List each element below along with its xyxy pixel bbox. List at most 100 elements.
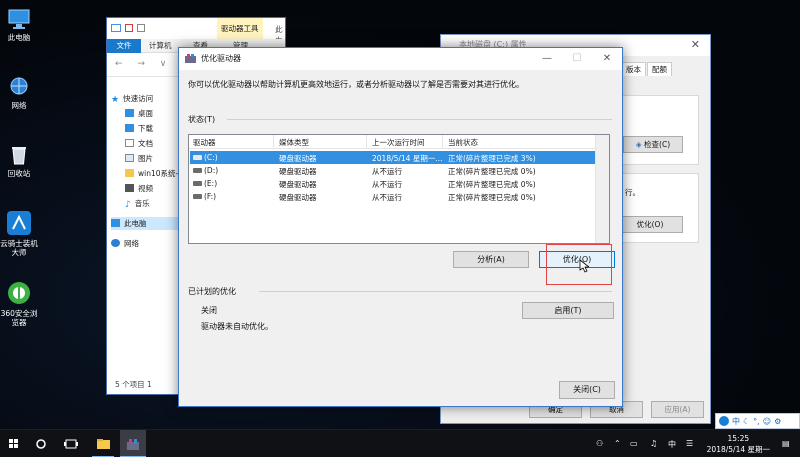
desktop-icon-label: 此电脑: [7, 33, 31, 42]
minimize-icon[interactable]: —: [532, 48, 562, 70]
column-media-type[interactable]: 媒体类型: [279, 137, 309, 148]
media-cell: 硬盘驱动器: [279, 167, 317, 176]
desktop-icon-network[interactable]: 网络: [0, 76, 38, 110]
system-clock[interactable]: 15:25 2018/5/14 星期一: [707, 433, 770, 455]
desktop-icon-label: 网络: [11, 101, 27, 110]
clock-date: 2018/5/14 星期一: [706, 445, 770, 454]
analyze-button[interactable]: 分析(A): [453, 251, 529, 268]
apply-button[interactable]: 应用(A): [651, 401, 704, 418]
optimize-drives-dialog[interactable]: 优化驱动器 — ☐ ✕ 你可以优化驱动器以帮助计算机更高效地运行，或者分析驱动器…: [178, 47, 623, 407]
ime-toolbar[interactable]: 中 ☾ °, ☺ ⚙: [715, 413, 800, 429]
input-mode-icon[interactable]: ☰: [686, 439, 693, 448]
dialog-title: 优化驱动器: [201, 54, 241, 63]
cortana-icon: [36, 439, 46, 449]
picture-icon: [125, 154, 134, 162]
nav-win10-folder[interactable]: win10系统-(: [125, 167, 181, 180]
start-button[interactable]: [0, 430, 28, 457]
volume-icon[interactable]: ♫: [650, 439, 657, 448]
tab-computer[interactable]: 计算机: [149, 39, 172, 53]
nav-this-pc[interactable]: 此电脑: [111, 217, 181, 230]
network-icon: [7, 76, 31, 98]
close-button[interactable]: 关闭(C): [559, 381, 615, 399]
explorer-titlebar[interactable]: 驱动器工具 此电脑: [107, 18, 285, 56]
drive-cell: (F:): [193, 192, 216, 201]
task-view-icon: [64, 439, 78, 449]
column-separator: [442, 135, 443, 149]
desktop-icon-label: 回收站: [7, 169, 31, 178]
tab-file[interactable]: 文件: [107, 39, 141, 53]
desktop-icon-recycle-bin[interactable]: 回收站: [0, 144, 38, 178]
show-hidden-icons-icon[interactable]: ⌃: [614, 439, 621, 448]
smile-icon[interactable]: ☺: [763, 417, 771, 426]
nav-label: 文档: [138, 139, 153, 148]
drive-row-c[interactable]: (C:) 硬盘驱动器 2018/5/14 星期一... 正常(碎片整理已完成 3…: [190, 151, 596, 164]
desktop-icon-yunqishi[interactable]: 云骑士装机大师: [0, 210, 38, 257]
task-view-button[interactable]: [60, 430, 82, 457]
drive-row-f[interactable]: (F:) 硬盘驱动器 从不运行 正常(碎片整理已完成 0%): [190, 190, 596, 203]
mouse-cursor-icon: [579, 259, 591, 273]
column-current-status[interactable]: 当前状态: [448, 137, 478, 148]
column-drive[interactable]: 驱动器: [193, 137, 216, 148]
enable-button[interactable]: 启用(T): [522, 302, 614, 319]
properties-optimize-button[interactable]: 优化(O): [617, 216, 683, 233]
drive-list[interactable]: 驱动器 媒体类型 上一次运行时间 当前状态 (C:) 硬盘驱动器 2018/5/…: [188, 134, 610, 244]
people-icon[interactable]: ⚇: [596, 439, 603, 448]
hard-drive-icon: [193, 181, 202, 186]
search-button[interactable]: [30, 430, 52, 457]
nav-music[interactable]: ♪ 音乐: [125, 197, 150, 210]
desktop-icon-360-browser[interactable]: 360安全浏览器: [0, 280, 38, 327]
close-icon[interactable]: ✕: [691, 38, 700, 51]
explorer-window-icon: [111, 24, 121, 32]
last-run-cell: 2018/5/14 星期一...: [372, 154, 443, 163]
moon-icon[interactable]: ☾: [743, 417, 750, 426]
music-icon: ♪: [125, 200, 131, 210]
scheduled-divider: [259, 291, 612, 292]
drive-cell: (E:): [193, 179, 217, 188]
nav-videos[interactable]: 视频: [125, 182, 153, 195]
scheduled-optimization-label: 已计划的优化: [188, 287, 236, 296]
nav-quick-access[interactable]: ★ 快速访问: [111, 92, 153, 105]
tab-version[interactable]: 版本: [621, 62, 646, 76]
taskbar-optimize-drives[interactable]: [120, 430, 146, 457]
star-icon: ★: [111, 95, 120, 105]
punctuation-icon[interactable]: °,: [753, 417, 760, 426]
nav-documents[interactable]: 文档: [125, 137, 153, 150]
check-button[interactable]: ◈ 检查(C): [623, 136, 683, 153]
nav-network[interactable]: 网络: [111, 237, 139, 250]
close-icon[interactable]: ✕: [592, 48, 622, 70]
drive-row-d[interactable]: (D:) 硬盘驱动器 从不运行 正常(碎片整理已完成 0%): [190, 164, 596, 177]
maximize-icon[interactable]: ☐: [562, 48, 592, 70]
column-separator: [366, 135, 367, 149]
network-icon[interactable]: ▭: [630, 439, 638, 448]
nav-label: 桌面: [138, 109, 153, 118]
drive-name: (F:): [204, 192, 217, 201]
defrag-app-icon: [185, 54, 196, 64]
hard-drive-icon: [193, 194, 202, 199]
status-divider: [227, 119, 612, 120]
yunqishi-icon: [6, 210, 32, 236]
computer-icon: [111, 219, 120, 227]
nav-downloads[interactable]: 下载: [125, 122, 153, 135]
drive-list-scrollbar[interactable]: [595, 135, 609, 243]
gear-icon[interactable]: ⚙: [774, 417, 781, 426]
column-last-run[interactable]: 上一次运行时间: [372, 137, 425, 148]
nav-pictures[interactable]: 图片: [125, 152, 153, 165]
action-center-icon[interactable]: ▤: [782, 439, 790, 448]
drive-cell: (C:): [193, 153, 218, 162]
taskbar: ⚇ ⌃ ▭ ♫ 中 ☰ 15:25 2018/5/14 星期一 ▤: [0, 429, 800, 457]
new-folder-quick-icon[interactable]: [137, 24, 145, 32]
ime-mode[interactable]: 中: [732, 416, 740, 427]
schedule-state: 关闭: [201, 306, 217, 315]
nav-desktop[interactable]: 桌面: [125, 107, 153, 120]
nav-label: 音乐: [134, 199, 150, 208]
last-run-cell: 从不运行: [372, 193, 402, 202]
desktop-icon-this-pc[interactable]: 此电脑: [0, 8, 38, 42]
dialog-titlebar[interactable]: 优化驱动器 — ☐ ✕: [179, 48, 622, 70]
drive-row-e[interactable]: (E:) 硬盘驱动器 从不运行 正常(碎片整理已完成 0%): [190, 177, 596, 190]
computer-icon: [7, 8, 31, 30]
media-cell: 硬盘驱动器: [279, 193, 317, 202]
ime-indicator[interactable]: 中: [668, 439, 676, 450]
tab-quota[interactable]: 配额: [647, 62, 672, 76]
taskbar-explorer[interactable]: [92, 430, 114, 457]
properties-quick-icon[interactable]: [125, 24, 133, 32]
